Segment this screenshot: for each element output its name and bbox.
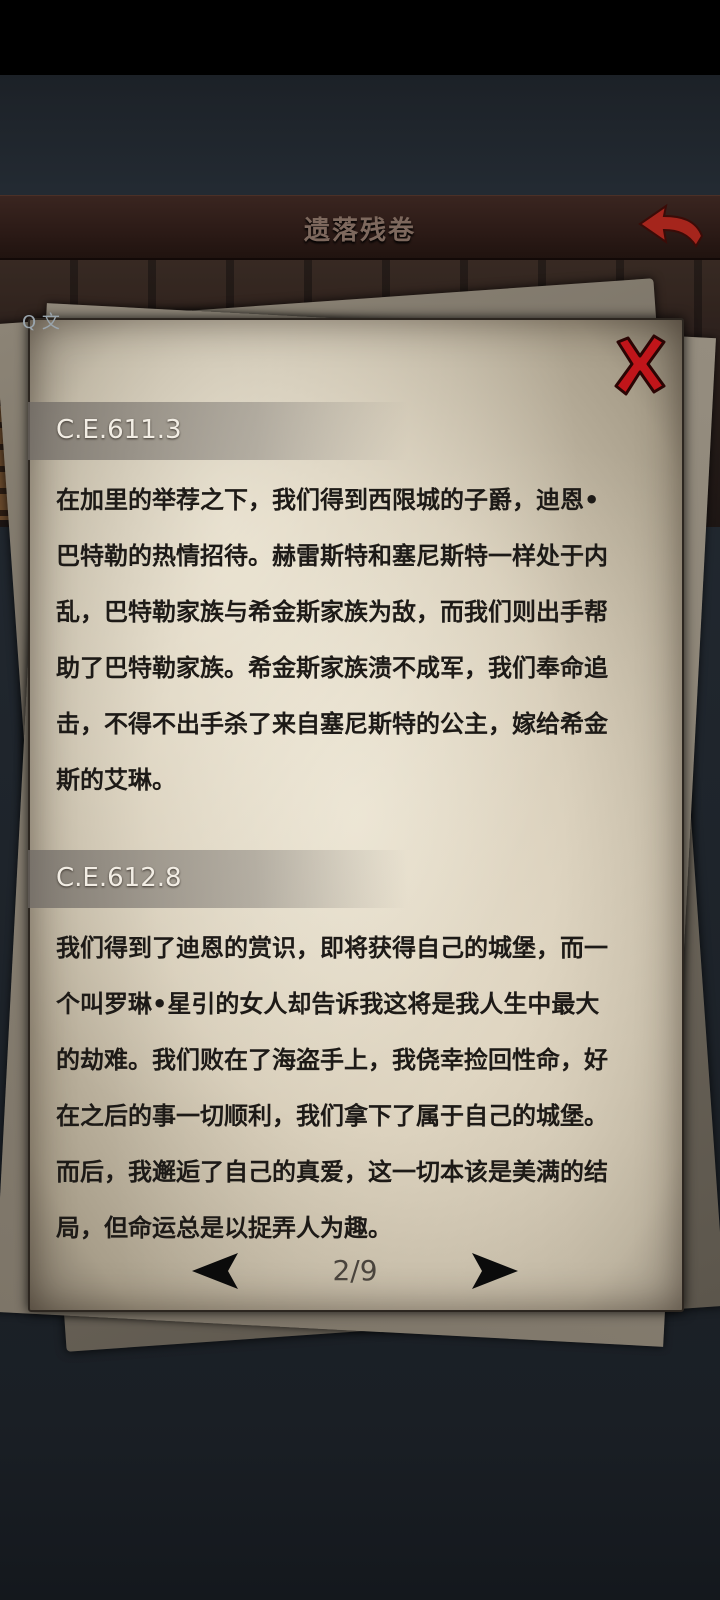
entry-date-header: C.E.612.8 bbox=[28, 850, 408, 908]
entry-body: 我们得到了迪恩的赏识，即将获得自己的城堡，而一 个叫罗琳•星引的女人却告诉我这将… bbox=[56, 920, 656, 1256]
app-screen: Q 文 遗落残卷 C.E.611.3 在加里的举荐之下，我们得到西限城的子爵，迪… bbox=[0, 0, 720, 1600]
pager: 2/9 bbox=[190, 1248, 520, 1293]
next-page-button[interactable] bbox=[470, 1251, 520, 1291]
entry-date: C.E.612.8 bbox=[56, 863, 182, 893]
back-arrow-icon[interactable] bbox=[636, 202, 706, 252]
prev-triangle-icon bbox=[192, 1252, 238, 1289]
text-line: 个叫罗琳•星引的女人却告诉我这将是我人生中最大 bbox=[56, 990, 600, 1018]
text-line: 乱，巴特勒家族与希金斯家族为敌，而我们则出手帮 bbox=[56, 598, 608, 626]
text-line: 巴特勒的热情招待。赫雷斯特和塞尼斯特一样处于内 bbox=[56, 542, 608, 570]
text-line: 的劫难。我们败在了海盗手上，我侥幸捡回性命，好 bbox=[56, 1046, 608, 1074]
top-bar: 遗落残卷 bbox=[0, 195, 720, 260]
close-x-icon[interactable] bbox=[612, 334, 668, 396]
text-line: 在之后的事一切顺利，我们拿下了属于自己的城堡。 bbox=[56, 1102, 608, 1130]
background-search-label: Q 文 bbox=[22, 312, 60, 333]
prev-page-button[interactable] bbox=[190, 1251, 240, 1291]
entry-body: 在加里的举荐之下，我们得到西限城的子爵，迪恩• 巴特勒的热情招待。赫雷斯特和塞尼… bbox=[56, 472, 656, 808]
text-line: 而后，我邂逅了自己的真爱，这一切本该是美满的结 bbox=[56, 1158, 608, 1186]
entry-date: C.E.611.3 bbox=[56, 415, 182, 445]
text-line: 我们得到了迪恩的赏识，即将获得自己的城堡，而一 bbox=[56, 934, 608, 962]
text-line: 击，不得不出手杀了来自塞尼斯特的公主，嫁给希金 bbox=[56, 710, 608, 738]
next-triangle-icon bbox=[472, 1252, 518, 1289]
status-bar bbox=[0, 0, 720, 75]
text-line: 助了巴特勒家族。希金斯家族溃不成军，我们奉命追 bbox=[56, 654, 608, 682]
entry-date-header: C.E.611.3 bbox=[28, 402, 408, 460]
page-title: 遗落残卷 bbox=[303, 216, 416, 246]
text-line: 斯的艾琳。 bbox=[56, 766, 176, 794]
text-line: 在加里的举荐之下，我们得到西限城的子爵，迪恩• bbox=[56, 486, 600, 514]
page-indicator: 2/9 bbox=[332, 1254, 378, 1287]
